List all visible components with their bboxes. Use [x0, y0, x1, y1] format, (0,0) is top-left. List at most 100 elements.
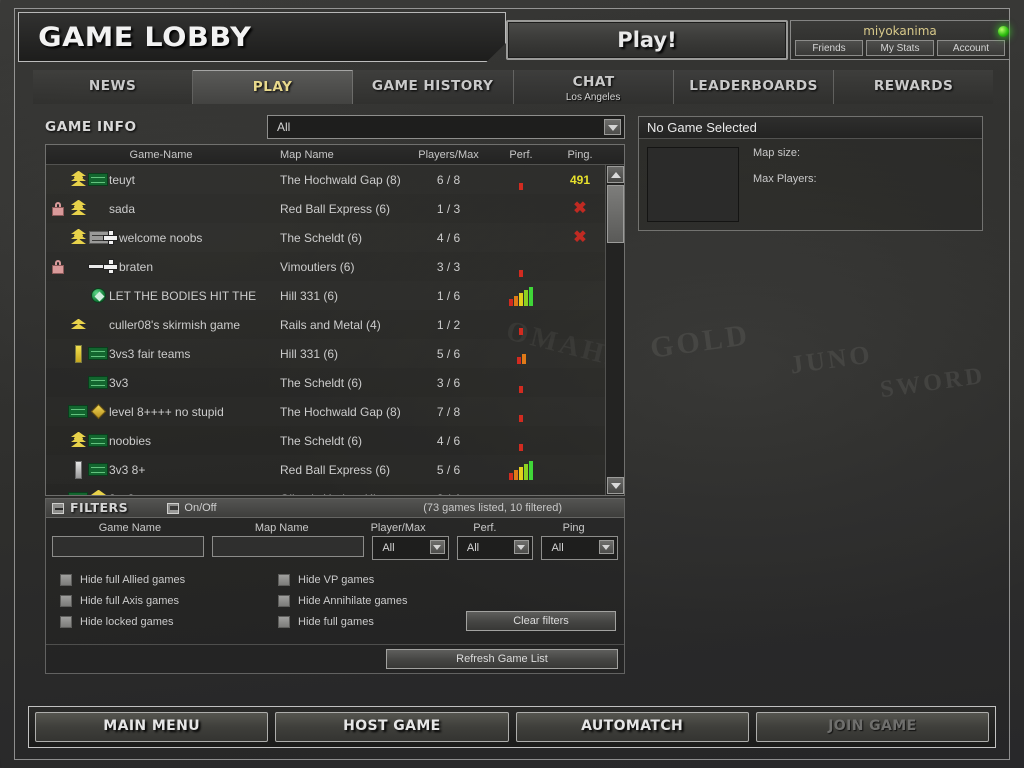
- bottom-button-bar: MAIN MENU HOST GAME AUTOMATCH JOIN GAME: [28, 706, 996, 748]
- tab-news[interactable]: NEWS: [33, 70, 194, 104]
- main-menu-button[interactable]: MAIN MENU: [35, 712, 269, 742]
- checkbox-hide-full-axis[interactable]: Hide full Axis games: [52, 590, 270, 611]
- cell-game-name: sada: [46, 198, 276, 220]
- tab-game-history-label: GAME HISTORY: [372, 79, 494, 94]
- tab-leaderboards[interactable]: LEADERBOARDS: [673, 70, 834, 104]
- filter-label-player-max: Player/Max: [370, 522, 426, 534]
- chevron-down-icon[interactable]: [598, 540, 614, 554]
- rank-insignia-icon: [70, 228, 86, 248]
- tab-chat[interactable]: CHAT Los Angeles: [513, 70, 674, 104]
- chevron-down-icon[interactable]: [514, 540, 530, 554]
- checkbox-hide-locked[interactable]: Hide locked games: [52, 611, 270, 632]
- table-row[interactable]: welcome noobs The Scheldt (6) 4 / 6 ✖: [46, 223, 624, 252]
- cell-perf: [491, 373, 551, 393]
- filter-map-name-input[interactable]: [212, 536, 365, 557]
- filters-onoff-checkbox[interactable]: [167, 502, 180, 514]
- filter-player-max-dropdown[interactable]: All: [372, 536, 449, 560]
- performance-bars-icon: [519, 172, 523, 190]
- table-row[interactable]: culler08's skirmish game Rails and Metal …: [46, 310, 624, 339]
- cell-map-name: Hill 331 (6): [280, 346, 339, 361]
- column-header-players-max: Players/Max: [418, 148, 479, 161]
- performance-bars-icon: [519, 375, 523, 393]
- allied-faction-icon: [88, 347, 108, 360]
- column-header-ping: Ping.: [567, 148, 593, 161]
- refresh-bar: Refresh Game List: [46, 644, 624, 673]
- checkbox-icon[interactable]: [278, 573, 290, 586]
- automatch-button[interactable]: AUTOMATCH: [515, 712, 749, 742]
- chevron-down-icon[interactable]: [604, 119, 621, 135]
- faction-slot: [88, 314, 108, 336]
- my-stats-button[interactable]: My Stats: [866, 40, 934, 56]
- game-name-text: 2vs2: [108, 492, 134, 496]
- rank-slot: [68, 488, 88, 495]
- checkbox-hide-vp[interactable]: Hide VP games: [270, 569, 488, 590]
- checkbox-hide-annihilate-label: Hide Annihilate games: [298, 594, 408, 607]
- rank-slot: [68, 198, 88, 220]
- cell-players-max: 4 / 6: [436, 230, 461, 245]
- checkbox-hide-full-allied[interactable]: Hide full Allied games: [52, 569, 270, 590]
- rank-slot: [68, 227, 88, 249]
- friends-button[interactable]: Friends: [795, 40, 863, 56]
- checkbox-hide-locked-label: Hide locked games: [80, 615, 174, 628]
- account-button[interactable]: Account: [937, 40, 1005, 56]
- allied-faction-icon: [68, 492, 88, 495]
- column-header-game-name: Game-Name: [129, 148, 193, 161]
- refresh-game-list-button[interactable]: Refresh Game List: [386, 649, 618, 669]
- lock-icon: [52, 201, 64, 216]
- table-row[interactable]: 3v3 The Scheldt (6) 3 / 6: [46, 368, 624, 397]
- map-thumbnail: [647, 147, 739, 222]
- tab-game-history[interactable]: GAME HISTORY: [353, 70, 514, 104]
- game-name-text: 3vs3 fair teams: [109, 346, 191, 361]
- filters-body: Game Name Map Name Player/Max Perf. Ping…: [46, 518, 624, 638]
- checkbox-icon[interactable]: [278, 615, 290, 628]
- scroll-down-button[interactable]: [607, 477, 624, 494]
- cell-ping: ✖: [551, 229, 609, 245]
- cell-perf: [491, 170, 551, 190]
- performance-bars-icon: [509, 460, 533, 480]
- checkbox-icon[interactable]: [60, 594, 72, 607]
- checkbox-hide-vp-label: Hide VP games: [298, 573, 375, 586]
- checkbox-hide-annihilate[interactable]: Hide Annihilate games: [270, 590, 488, 611]
- filter-game-name-input[interactable]: [52, 536, 205, 557]
- scroll-up-button[interactable]: [607, 166, 624, 183]
- table-row[interactable]: teuyt The Hochwald Gap (8) 6 / 8 491: [46, 165, 624, 194]
- table-row[interactable]: sada Red Ball Express (6) 1 / 3 ✖: [46, 194, 624, 223]
- game-list-rows[interactable]: teuyt The Hochwald Gap (8) 6 / 8 491 sada Red…: [46, 165, 624, 495]
- cell-game-name: 3v3: [46, 372, 276, 394]
- scrollbar-thumb[interactable]: [607, 185, 624, 243]
- clear-filters-button[interactable]: Clear filters: [466, 611, 616, 631]
- tab-rewards[interactable]: REWARDS: [833, 70, 994, 104]
- table-row[interactable]: noobies The Scheldt (6) 4 / 6: [46, 426, 624, 455]
- filters-collapse-icon[interactable]: [52, 502, 64, 514]
- game-list-scrollbar[interactable]: [605, 165, 624, 495]
- checkbox-hide-full[interactable]: Hide full games: [270, 611, 488, 632]
- faction-slot: [88, 256, 118, 278]
- filter-ping-dropdown[interactable]: All: [541, 536, 618, 560]
- game-type-dropdown[interactable]: All: [267, 115, 625, 139]
- play-button[interactable]: Play!: [506, 20, 788, 60]
- table-row[interactable]: 2vs2 Gilroy's Harbor (4)3 / 4: [46, 484, 624, 495]
- performance-bars-icon: [519, 433, 523, 451]
- filters-panel: FILTERS On/Off (73 games listed, 10 filt…: [45, 498, 625, 674]
- host-game-button[interactable]: HOST GAME: [275, 712, 509, 742]
- filter-perf-dropdown[interactable]: All: [456, 536, 534, 560]
- filters-count-text: (73 games listed, 10 filtered): [423, 502, 562, 514]
- cell-game-name: teuyt: [46, 169, 276, 191]
- game-name-text: 3v3 8+: [109, 462, 146, 477]
- table-row[interactable]: level 8++++ no stupid The Hochwald Gap (8…: [46, 397, 624, 426]
- checkbox-icon[interactable]: [60, 615, 72, 628]
- checkbox-icon[interactable]: [278, 594, 290, 607]
- table-row[interactable]: 3vs3 fair teams Hill 331 (6) 5 / 6: [46, 339, 624, 368]
- cell-players-max: 7 / 8: [436, 404, 461, 419]
- tab-play[interactable]: PLAY: [193, 70, 354, 104]
- cell-perf: [491, 199, 551, 219]
- table-row[interactable]: LET THE BODIES HIT THE Hill 331 (6) 1 / 6: [46, 281, 624, 310]
- faction-slot: [88, 169, 108, 191]
- chevron-down-icon[interactable]: [429, 540, 445, 554]
- game-list: Game-Name Map Name Players/Max Perf. Pin…: [45, 144, 625, 496]
- table-row[interactable]: braten Vimoutiers (6) 3 / 3: [46, 252, 624, 281]
- rank-slot: [68, 401, 88, 423]
- join-game-button[interactable]: JOIN GAME: [755, 712, 989, 742]
- checkbox-icon[interactable]: [60, 573, 72, 586]
- table-row[interactable]: 3v3 8+ Red Ball Express (6) 5 / 6: [46, 455, 624, 484]
